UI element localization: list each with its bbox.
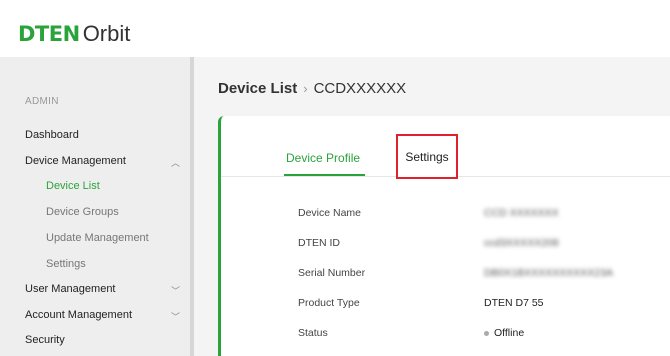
field-value-product-type: DTEN D7 55	[484, 297, 544, 309]
sidebar-subitem-device-groups[interactable]: Device Groups	[46, 206, 119, 218]
chevron-up-icon[interactable]: ︿	[171, 156, 180, 169]
field-value-serial-number: DB0X1BXXXXXXXXXX23A	[484, 267, 613, 279]
tab-settings-label: Settings	[405, 149, 449, 164]
sidebar-subitem-settings[interactable]: Settings	[46, 258, 86, 270]
app-logo[interactable]: DTEN Orbit	[18, 21, 131, 46]
breadcrumb-current: CCDXXXXXX	[313, 80, 407, 97]
sidebar-subitem-device-list[interactable]: Device List	[46, 180, 100, 192]
chevron-down-icon[interactable]: ﹀	[171, 284, 180, 297]
sidebar-item-device-management[interactable]: Device Management	[25, 155, 126, 167]
breadcrumb: Device List › CCDXXXXXX	[218, 80, 406, 97]
top-bar: DTEN Orbit	[0, 0, 670, 57]
breadcrumb-separator-icon: ›	[303, 81, 308, 96]
field-label-dten-id: DTEN ID	[298, 237, 340, 249]
breadcrumb-parent[interactable]: Device List	[218, 80, 297, 97]
field-label-product-type: Product Type	[298, 297, 360, 309]
chevron-down-icon[interactable]: ﹀	[171, 310, 180, 323]
sidebar-item-security[interactable]: Security	[25, 334, 65, 346]
sidebar-subitem-update-management[interactable]: Update Management	[46, 232, 149, 244]
tab-device-profile[interactable]: Device Profile	[286, 151, 360, 165]
sidebar-item-dashboard[interactable]: Dashboard	[25, 129, 79, 141]
field-label-device-name: Device Name	[298, 207, 362, 219]
status-dot-icon	[484, 330, 489, 336]
tab-settings[interactable]: Settings	[396, 134, 458, 179]
logo-product: Orbit	[82, 21, 131, 46]
sidebar-item-account-management[interactable]: Account Management	[25, 309, 132, 321]
field-value-device-name: CCD XXXXXXX	[484, 207, 559, 219]
sidebar-item-user-management[interactable]: User Management	[25, 283, 116, 295]
active-tab-indicator	[284, 174, 365, 176]
field-label-status: Status	[298, 327, 328, 339]
logo-brand: DTEN	[18, 22, 80, 46]
status-text: Offline	[494, 327, 525, 339]
field-label-serial-number: Serial Number	[298, 267, 366, 279]
field-value-status: Offline	[484, 327, 524, 339]
sidebar-section-heading: ADMIN	[25, 96, 59, 107]
field-value-dten-id: ccd3XXXXX208	[484, 237, 559, 249]
